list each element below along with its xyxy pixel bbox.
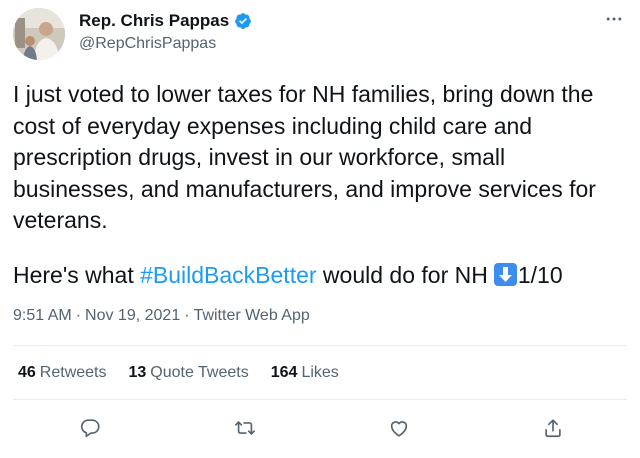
retweet-button[interactable] [225, 408, 265, 448]
date[interactable]: Nov 19, 2021 [85, 307, 180, 325]
more-icon [606, 17, 622, 21]
reply-icon [80, 419, 100, 438]
verified-badge-icon [235, 13, 252, 29]
quotes-count: 13 [128, 364, 147, 381]
share-icon [545, 419, 561, 438]
author-name-row: Rep. Chris Pappas [79, 10, 252, 32]
divider [13, 399, 627, 400]
quote-tweets-stat[interactable]: 13 Quote Tweets [129, 364, 249, 382]
more-options-button[interactable] [600, 5, 628, 33]
action-bar [13, 408, 627, 448]
tweet-card: Rep. Chris Pappas @RepChrisPappas I just… [0, 0, 640, 458]
reply-button[interactable] [70, 408, 110, 448]
share-button[interactable] [533, 408, 573, 448]
quotes-label: Quote Tweets [150, 364, 249, 381]
timestamp[interactable]: 9:51 AM [13, 307, 72, 325]
likes-count: 164 [270, 364, 298, 381]
profile-photo-icon [13, 8, 65, 60]
likes-stat[interactable]: 164 Likes [271, 364, 339, 382]
down-arrow-emoji-icon [493, 263, 517, 286]
retweets-count: 46 [18, 364, 36, 381]
retweets-label: Retweets [39, 364, 107, 381]
handle[interactable]: @RepChrisPappas [79, 35, 216, 53]
engagement-stats: 46 Retweets 13 Quote Tweets 164 Likes [18, 364, 339, 382]
source-link[interactable]: Twitter Web App [194, 307, 310, 325]
display-name[interactable]: Rep. Chris Pappas [79, 11, 229, 31]
retweet-icon [235, 421, 255, 435]
divider [13, 345, 627, 346]
tweet-text-paragraph-2: Here's what #BuildBackBetter would do fo… [13, 260, 623, 292]
like-button[interactable] [379, 408, 419, 448]
likes-label: Likes [301, 364, 339, 381]
avatar[interactable] [13, 8, 65, 60]
text-suffix: would do for NH [316, 262, 488, 288]
thread-count: 1/10 [517, 262, 563, 288]
meta-separator: · [75, 307, 82, 324]
like-icon [390, 421, 408, 437]
tweet-text: I just voted to lower taxes for NH famil… [13, 81, 596, 233]
hashtag-link[interactable]: #BuildBackBetter [140, 262, 316, 288]
tweet-meta: 9:51 AM · Nov 19, 2021 · Twitter Web App [13, 307, 310, 325]
meta-separator: · [184, 307, 190, 324]
text-prefix: Here's what [13, 262, 141, 288]
retweets-stat[interactable]: 46 Retweets [18, 364, 107, 382]
